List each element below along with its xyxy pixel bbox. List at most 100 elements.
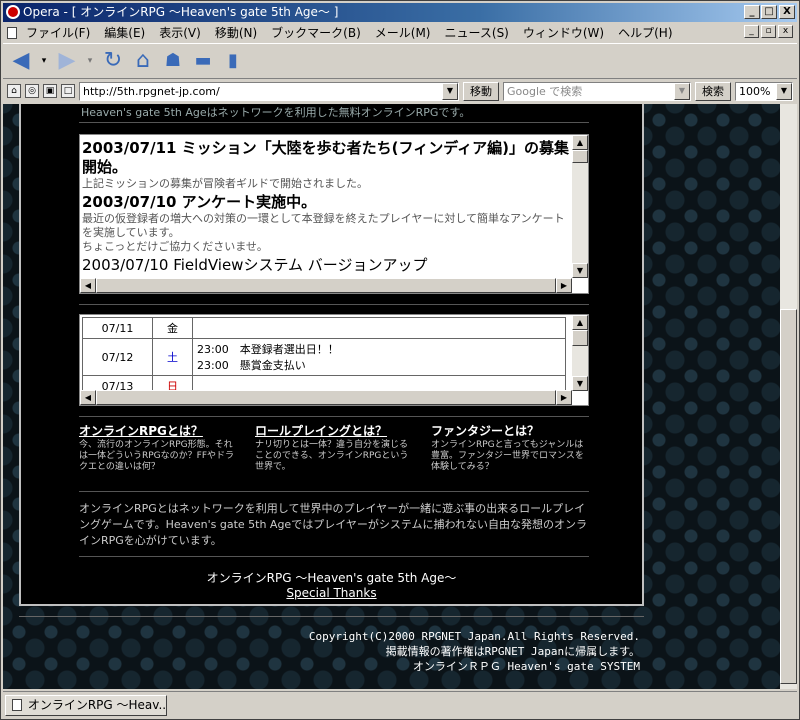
zoom-dropdown-icon[interactable]: ▼	[776, 82, 792, 100]
search-dropdown-icon[interactable]: ▼	[674, 82, 690, 100]
forward-dropdown-icon[interactable]: ▾	[85, 49, 95, 73]
schedule-event: 23:00 本登録者選出日！！	[197, 343, 339, 356]
document-icon	[7, 26, 17, 39]
address-input[interactable]: http://5th.rpgnet-jp.com/ ▼	[79, 81, 459, 101]
hotlist-icon[interactable]: ☗	[161, 49, 185, 73]
back-arrow-icon[interactable]: ◀	[9, 49, 33, 73]
scroll-up-icon[interactable]: ▲	[572, 135, 588, 150]
special-thanks-link[interactable]: Special Thanks	[21, 586, 642, 600]
scroll-right-icon[interactable]: ▶	[556, 390, 572, 405]
menu-navigate[interactable]: 移動(N)	[208, 24, 264, 41]
mdi-close-button[interactable]: x	[778, 25, 793, 38]
divider	[79, 416, 589, 417]
link-online-rpg[interactable]: オンラインRPGとは？	[79, 425, 239, 437]
copyright-block: Copyright(C)2000 RPGNET Japan.All Rights…	[309, 629, 640, 674]
security-lock-icon[interactable]: ⌂	[7, 84, 21, 98]
close-button[interactable]: X	[779, 5, 795, 19]
back-dropdown-icon[interactable]: ▾	[39, 49, 49, 73]
scroll-right-icon[interactable]: ▶	[556, 278, 572, 293]
scroll-down-icon[interactable]: ▼	[572, 376, 588, 391]
schedule-day: 土	[152, 338, 193, 376]
hscroll-thumb[interactable]	[96, 390, 556, 405]
opera-logo-icon	[6, 5, 20, 19]
table-row: 07/11 金	[82, 317, 566, 339]
menu-window[interactable]: ウィンドウ(W)	[516, 24, 611, 41]
scroll-down-icon[interactable]: ▼	[572, 263, 588, 278]
menu-file[interactable]: ファイル(F)	[19, 24, 97, 41]
cookie-icon[interactable]: ◎	[25, 84, 39, 98]
title-bar: Opera - [ オンラインRPG ～Heaven's gate 5th Ag…	[3, 3, 797, 22]
menu-news[interactable]: ニュース(S)	[437, 24, 515, 41]
news-title: 2003/07/11 ミッション「大陸を歩む者たち(フィンディア編)」の募集開始…	[82, 139, 570, 176]
window-title: Opera - [ オンラインRPG ～Heaven's gate 5th Ag…	[23, 5, 339, 19]
new-page-icon[interactable]: □	[61, 84, 75, 98]
search-button[interactable]: 検索	[695, 81, 731, 101]
image-toggle-icon[interactable]: ▣	[43, 84, 57, 98]
news-title: 2003/07/10 FieldViewシステム バージョンアップ	[82, 256, 428, 274]
schedule-date: 07/12	[82, 338, 153, 376]
divider	[79, 304, 589, 305]
menu-edit[interactable]: 編集(E)	[97, 24, 152, 41]
schedule-frame: 07/11 金 07/12 土 23:00 本登録者選出日！！ 23:00 懸賞…	[79, 314, 589, 406]
menu-bar: ファイル(F) 編集(E) 表示(V) 移動(N) ブックマーク(B) メール(…	[3, 23, 797, 42]
address-toolbar: ⌂ ◎ ▣ □ http://5th.rpgnet-jp.com/ ▼ 移動 G…	[3, 80, 797, 102]
news-frame: 2003/07/11 ミッション「大陸を歩む者たち(フィンディア編)」の募集開始…	[79, 134, 589, 294]
address-dropdown-icon[interactable]: ▼	[442, 82, 458, 100]
about-text: オンラインRPGとはネットワークを利用して世界中のプレイヤーが一緒に遊ぶ事の出来…	[79, 502, 587, 547]
scroll-left-icon[interactable]: ◀	[80, 390, 96, 405]
footer-title: オンラインRPG ～Heaven's gate 5th Age～	[206, 571, 457, 585]
news-body: 上記ミッションの募集が冒険者ギルドで開始されました。	[82, 177, 368, 190]
mdi-minimize-button[interactable]: _	[744, 25, 759, 38]
menu-bookmarks[interactable]: ブックマーク(B)	[264, 24, 368, 41]
copyright-line: Copyright(C)2000 RPGNET Japan.All Rights…	[308, 630, 640, 643]
menu-help[interactable]: ヘルプ(H)	[611, 24, 679, 41]
schedule-date: 07/11	[82, 317, 153, 339]
schedule-events	[192, 317, 566, 339]
page-viewport: Heaven's gate 5th Ageはネットワークを利用した無料オンライン…	[3, 104, 780, 689]
search-placeholder: Google で検索	[507, 84, 583, 98]
news-title: 2003/07/10 アンケート実施中。	[82, 193, 317, 211]
link-column: ファンタジーとは？ オンラインRPGと言ってもジャンルは豊富。ファンタジー世界で…	[431, 425, 591, 473]
link-description: 今、流行のオンラインRPG形態。それは一体どういうRPGなのか？FFやドラクエと…	[79, 440, 235, 472]
search-input[interactable]: Google で検索 ▼	[503, 81, 691, 101]
schedule-hscrollbar[interactable]: ◀ ▶	[80, 390, 572, 405]
link-description: オンラインRPGと言ってもジャンルは豊富。ファンタジー世界でロマンスを体験してみ…	[431, 440, 584, 472]
link-column: ロールプレイングとは？ ナリ切りとは一体？違う自分を演じることのできる、オンライ…	[255, 425, 415, 473]
print-icon[interactable]: ▬	[191, 49, 215, 73]
news-body: 最近の仮登録者の増大への対策の一環として本登録を終えたプレイヤーに対して簡単なア…	[82, 212, 565, 239]
forward-arrow-icon[interactable]: ▶	[55, 49, 79, 73]
tab-bar: オンラインRPG ～Heav...	[3, 691, 797, 717]
schedule-vscrollbar[interactable]: ▲ ▼	[572, 315, 588, 391]
divider	[19, 616, 644, 617]
scroll-thumb[interactable]	[572, 330, 588, 346]
menu-mail[interactable]: メール(M)	[368, 24, 438, 41]
scroll-thumb[interactable]	[572, 150, 588, 163]
divider	[79, 491, 589, 492]
home-icon[interactable]: ⌂	[131, 49, 155, 73]
scroll-left-icon[interactable]: ◀	[80, 278, 96, 293]
page-icon[interactable]: ▮	[221, 49, 245, 73]
reload-icon[interactable]: ↻	[101, 49, 125, 73]
minimize-button[interactable]: _	[744, 5, 760, 19]
go-button[interactable]: 移動	[463, 81, 499, 101]
news-vscrollbar[interactable]: ▲ ▼	[572, 135, 588, 278]
schedule-day: 金	[152, 317, 193, 339]
schedule-event: 23:00 懸賞金支払い	[197, 359, 306, 372]
page-scroll-thumb[interactable]	[780, 309, 797, 684]
page-tab-icon	[12, 699, 22, 711]
mdi-restore-button[interactable]: ▫	[761, 25, 776, 38]
copyright-line: オンラインＲＰＧ Heaven's gate SYSTEM	[412, 660, 640, 673]
news-list: 2003/07/11 ミッション「大陸を歩む者たち(フィンディア編)」の募集開始…	[82, 137, 572, 275]
menu-view[interactable]: 表示(V)	[152, 24, 208, 41]
news-hscrollbar[interactable]: ◀ ▶	[80, 278, 572, 293]
zoom-select[interactable]: 100% ▼	[735, 81, 793, 101]
divider	[79, 122, 589, 123]
maximize-button[interactable]: □	[761, 5, 777, 19]
tab-current[interactable]: オンラインRPG ～Heav...	[5, 695, 167, 716]
scroll-up-icon[interactable]: ▲	[572, 315, 588, 330]
link-roleplaying[interactable]: ロールプレイングとは？	[255, 425, 415, 437]
link-column: オンラインRPGとは？ 今、流行のオンラインRPG形態。それは一体どういうRPG…	[79, 425, 239, 473]
hscroll-thumb[interactable]	[96, 278, 556, 293]
page-vscrollbar[interactable]	[780, 104, 797, 689]
link-fantasy[interactable]: ファンタジーとは？	[431, 425, 591, 437]
